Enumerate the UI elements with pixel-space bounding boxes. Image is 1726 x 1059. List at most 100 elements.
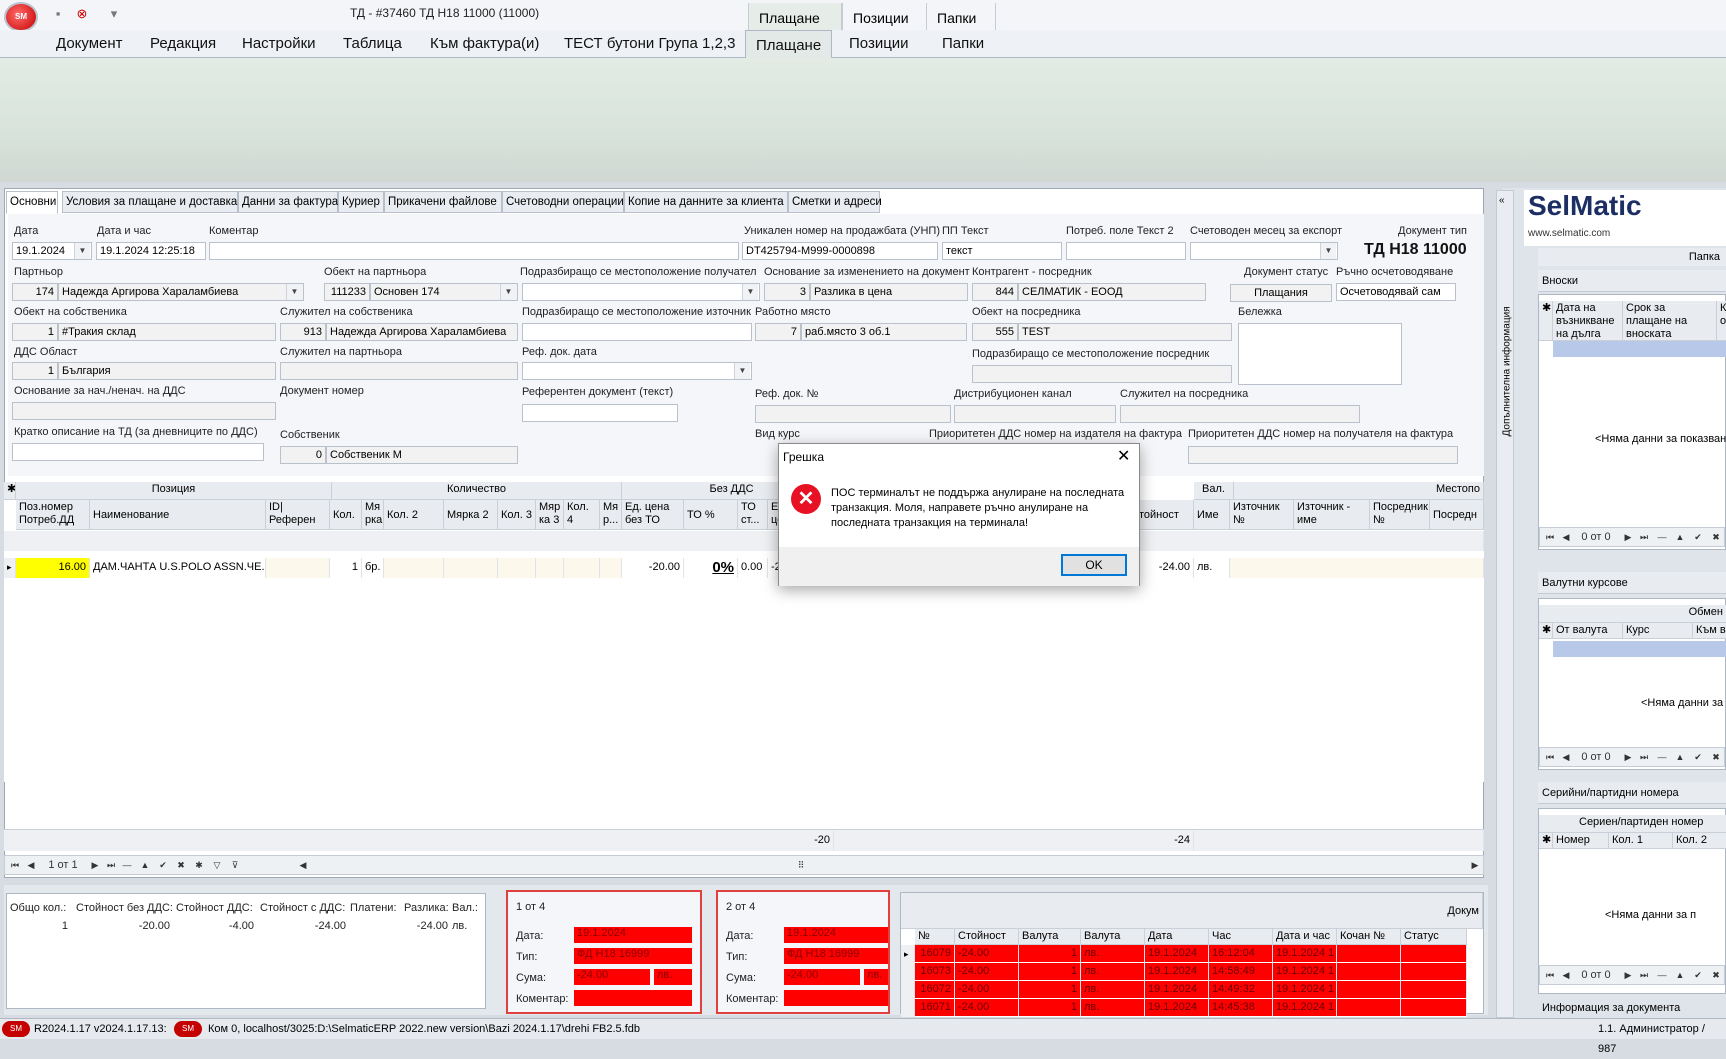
col-qty[interactable]: Кол.: [330, 500, 362, 530]
filter-icon[interactable]: ▽: [211, 859, 223, 871]
manual-select[interactable]: Осчетоводявай сам: [1336, 283, 1456, 301]
payment-cell[interactable]: 1: [1019, 945, 1081, 963]
first-icon[interactable]: ⏮: [1544, 969, 1556, 981]
payment-cell[interactable]: 14:58:49: [1209, 963, 1273, 981]
payment-cell[interactable]: [1401, 981, 1467, 999]
serials-col-no[interactable]: Номер: [1553, 833, 1609, 849]
chevron-down-icon[interactable]: ▼: [734, 363, 750, 379]
delete-icon[interactable]: —: [121, 859, 133, 871]
payment-cell[interactable]: 19.1.2024 1: [1273, 945, 1337, 963]
owner-id[interactable]: 0: [280, 446, 326, 464]
ctx-tab-positions[interactable]: Позиции: [842, 3, 936, 31]
payment-cell[interactable]: 16079: [915, 945, 955, 963]
tab-attachments[interactable]: Прикачени файлове: [384, 191, 502, 213]
cancel-icon[interactable]: ✖: [1710, 969, 1722, 981]
payment-cell[interactable]: 1: [1019, 981, 1081, 999]
up-icon[interactable]: ▲: [139, 859, 151, 871]
card-date[interactable]: 19.1.2024: [784, 927, 888, 943]
card-cur[interactable]: лв.: [654, 969, 692, 985]
payment-cell[interactable]: -24.00: [955, 999, 1019, 1017]
card-type[interactable]: ФД Н18 16999: [784, 948, 888, 964]
asterisk-icon[interactable]: ✱: [193, 859, 205, 871]
new-row-hint[interactable]: Натиснете тук, за да добав: [4, 531, 1484, 551]
check-icon[interactable]: ✔: [1692, 969, 1704, 981]
qat-dropdown-icon[interactable]: ▾: [106, 6, 122, 22]
up-icon[interactable]: ▲: [1674, 969, 1686, 981]
row-posnum[interactable]: 16.00: [16, 558, 90, 578]
cancel-icon[interactable]: ✖: [1710, 531, 1722, 543]
check-icon[interactable]: ✔: [1692, 751, 1704, 763]
prev-icon[interactable]: ◀: [1560, 751, 1572, 763]
first-icon[interactable]: ⏮: [1544, 531, 1556, 543]
payment-cell[interactable]: 19.1.2024: [1145, 945, 1209, 963]
card-cur[interactable]: лв.: [864, 969, 888, 985]
chevron-down-icon[interactable]: ▼: [1320, 243, 1336, 259]
row-unit[interactable]: бр.: [362, 558, 384, 578]
contr-field[interactable]: СЕЛМАТИК - ЕООД: [1018, 283, 1206, 301]
row-qty2[interactable]: [384, 558, 444, 578]
delete-icon[interactable]: —: [1656, 751, 1668, 763]
memp-field[interactable]: [1120, 405, 1360, 423]
refdate-field[interactable]: [522, 362, 752, 380]
payment-cell[interactable]: 19.1.2024 1: [1273, 981, 1337, 999]
deflocs-select[interactable]: [522, 323, 752, 341]
row-id[interactable]: [266, 558, 330, 578]
reftext-field[interactable]: [522, 404, 678, 422]
pcol-status[interactable]: Статус: [1401, 929, 1467, 945]
row-name[interactable]: ДАМ.ЧАНТА U.S.POLO ASSN.ЧЕ...: [90, 558, 266, 578]
col-unit2[interactable]: Мярка 2: [444, 500, 498, 530]
tab-payment[interactable]: Плащане: [745, 30, 833, 59]
rates-col-rate[interactable]: Курс: [1623, 623, 1693, 639]
owner-field[interactable]: Собственик М: [326, 446, 518, 464]
row-unit4[interactable]: [600, 558, 622, 578]
inst-new-row[interactable]: [1553, 341, 1726, 357]
oobj-id[interactable]: 1: [12, 323, 58, 341]
payment-cell[interactable]: [1401, 963, 1467, 981]
payment-cell[interactable]: [1337, 981, 1401, 999]
col-qty2[interactable]: Кол. 2: [384, 500, 444, 530]
last-icon[interactable]: ⏭: [1638, 531, 1650, 543]
payment-cell[interactable]: 16073: [915, 963, 955, 981]
tab-payment-terms[interactable]: Условия за плащане и доставка: [62, 191, 238, 213]
side-collapse-strip[interactable]: « Допълнителна информация: [1496, 190, 1514, 1018]
row-qty3[interactable]: [498, 558, 536, 578]
col-discv[interactable]: ТО ст...: [738, 500, 768, 530]
next-icon[interactable]: ▶: [1622, 751, 1634, 763]
delete-icon[interactable]: —: [1656, 531, 1668, 543]
dialog-close-icon[interactable]: ✕: [1117, 446, 1130, 466]
scroll-right-icon[interactable]: ▶: [1469, 859, 1481, 871]
col-cur[interactable]: Име: [1194, 500, 1230, 530]
col-mediator[interactable]: Посредник №: [1370, 500, 1430, 530]
month-select[interactable]: [1190, 242, 1338, 260]
vat-field[interactable]: България: [58, 362, 276, 380]
rates-new-row[interactable]: [1553, 641, 1726, 657]
col-name[interactable]: Наименование: [90, 500, 266, 530]
col-posnum[interactable]: Поз.номер Потреб.ДД: [16, 500, 90, 530]
tab-to-invoice[interactable]: Към фактура(и): [430, 33, 539, 55]
pcol-currency2[interactable]: Валута: [1081, 929, 1145, 945]
save-icon[interactable]: ▪: [50, 6, 66, 22]
payment-cell[interactable]: 19.1.2024 1: [1273, 999, 1337, 1017]
prev-icon[interactable]: ◀: [1560, 969, 1572, 981]
delete-icon[interactable]: —: [1656, 969, 1668, 981]
payment-cell[interactable]: -24.00: [955, 963, 1019, 981]
tab-document[interactable]: Документ: [56, 33, 123, 55]
inst-col-term[interactable]: Срок за плащане на вноската: [1623, 301, 1717, 341]
col-qty4[interactable]: Кол. 4: [564, 500, 600, 530]
last-icon[interactable]: ⏭: [1638, 969, 1650, 981]
row-unit3[interactable]: [536, 558, 564, 578]
ctx-tab-folders[interactable]: Папки: [926, 3, 996, 31]
vat-id[interactable]: 1: [12, 362, 58, 380]
card-comment[interactable]: [574, 990, 692, 1006]
col-id[interactable]: ID|Референ тен доку...: [266, 500, 330, 530]
payment-cell[interactable]: 19.1.2024 1: [1273, 963, 1337, 981]
row-qty4[interactable]: [564, 558, 600, 578]
datetime-field[interactable]: 19.1.2024 12:25:18: [96, 242, 206, 260]
partner-field[interactable]: Надежда Аргирова Хараламбиева: [58, 283, 304, 301]
payment-card-1[interactable]: 1 от 4 Дата: 19.1.2024 Тип: ФД Н18 16999…: [506, 890, 702, 1014]
chevron-down-icon[interactable]: ▼: [74, 243, 90, 259]
rates-col-from[interactable]: От валута: [1553, 623, 1623, 639]
col-qty3[interactable]: Кол. 3: [498, 500, 536, 530]
serials-col-qty1[interactable]: Кол. 1: [1609, 833, 1673, 849]
prev-icon[interactable]: ◀: [25, 859, 37, 871]
